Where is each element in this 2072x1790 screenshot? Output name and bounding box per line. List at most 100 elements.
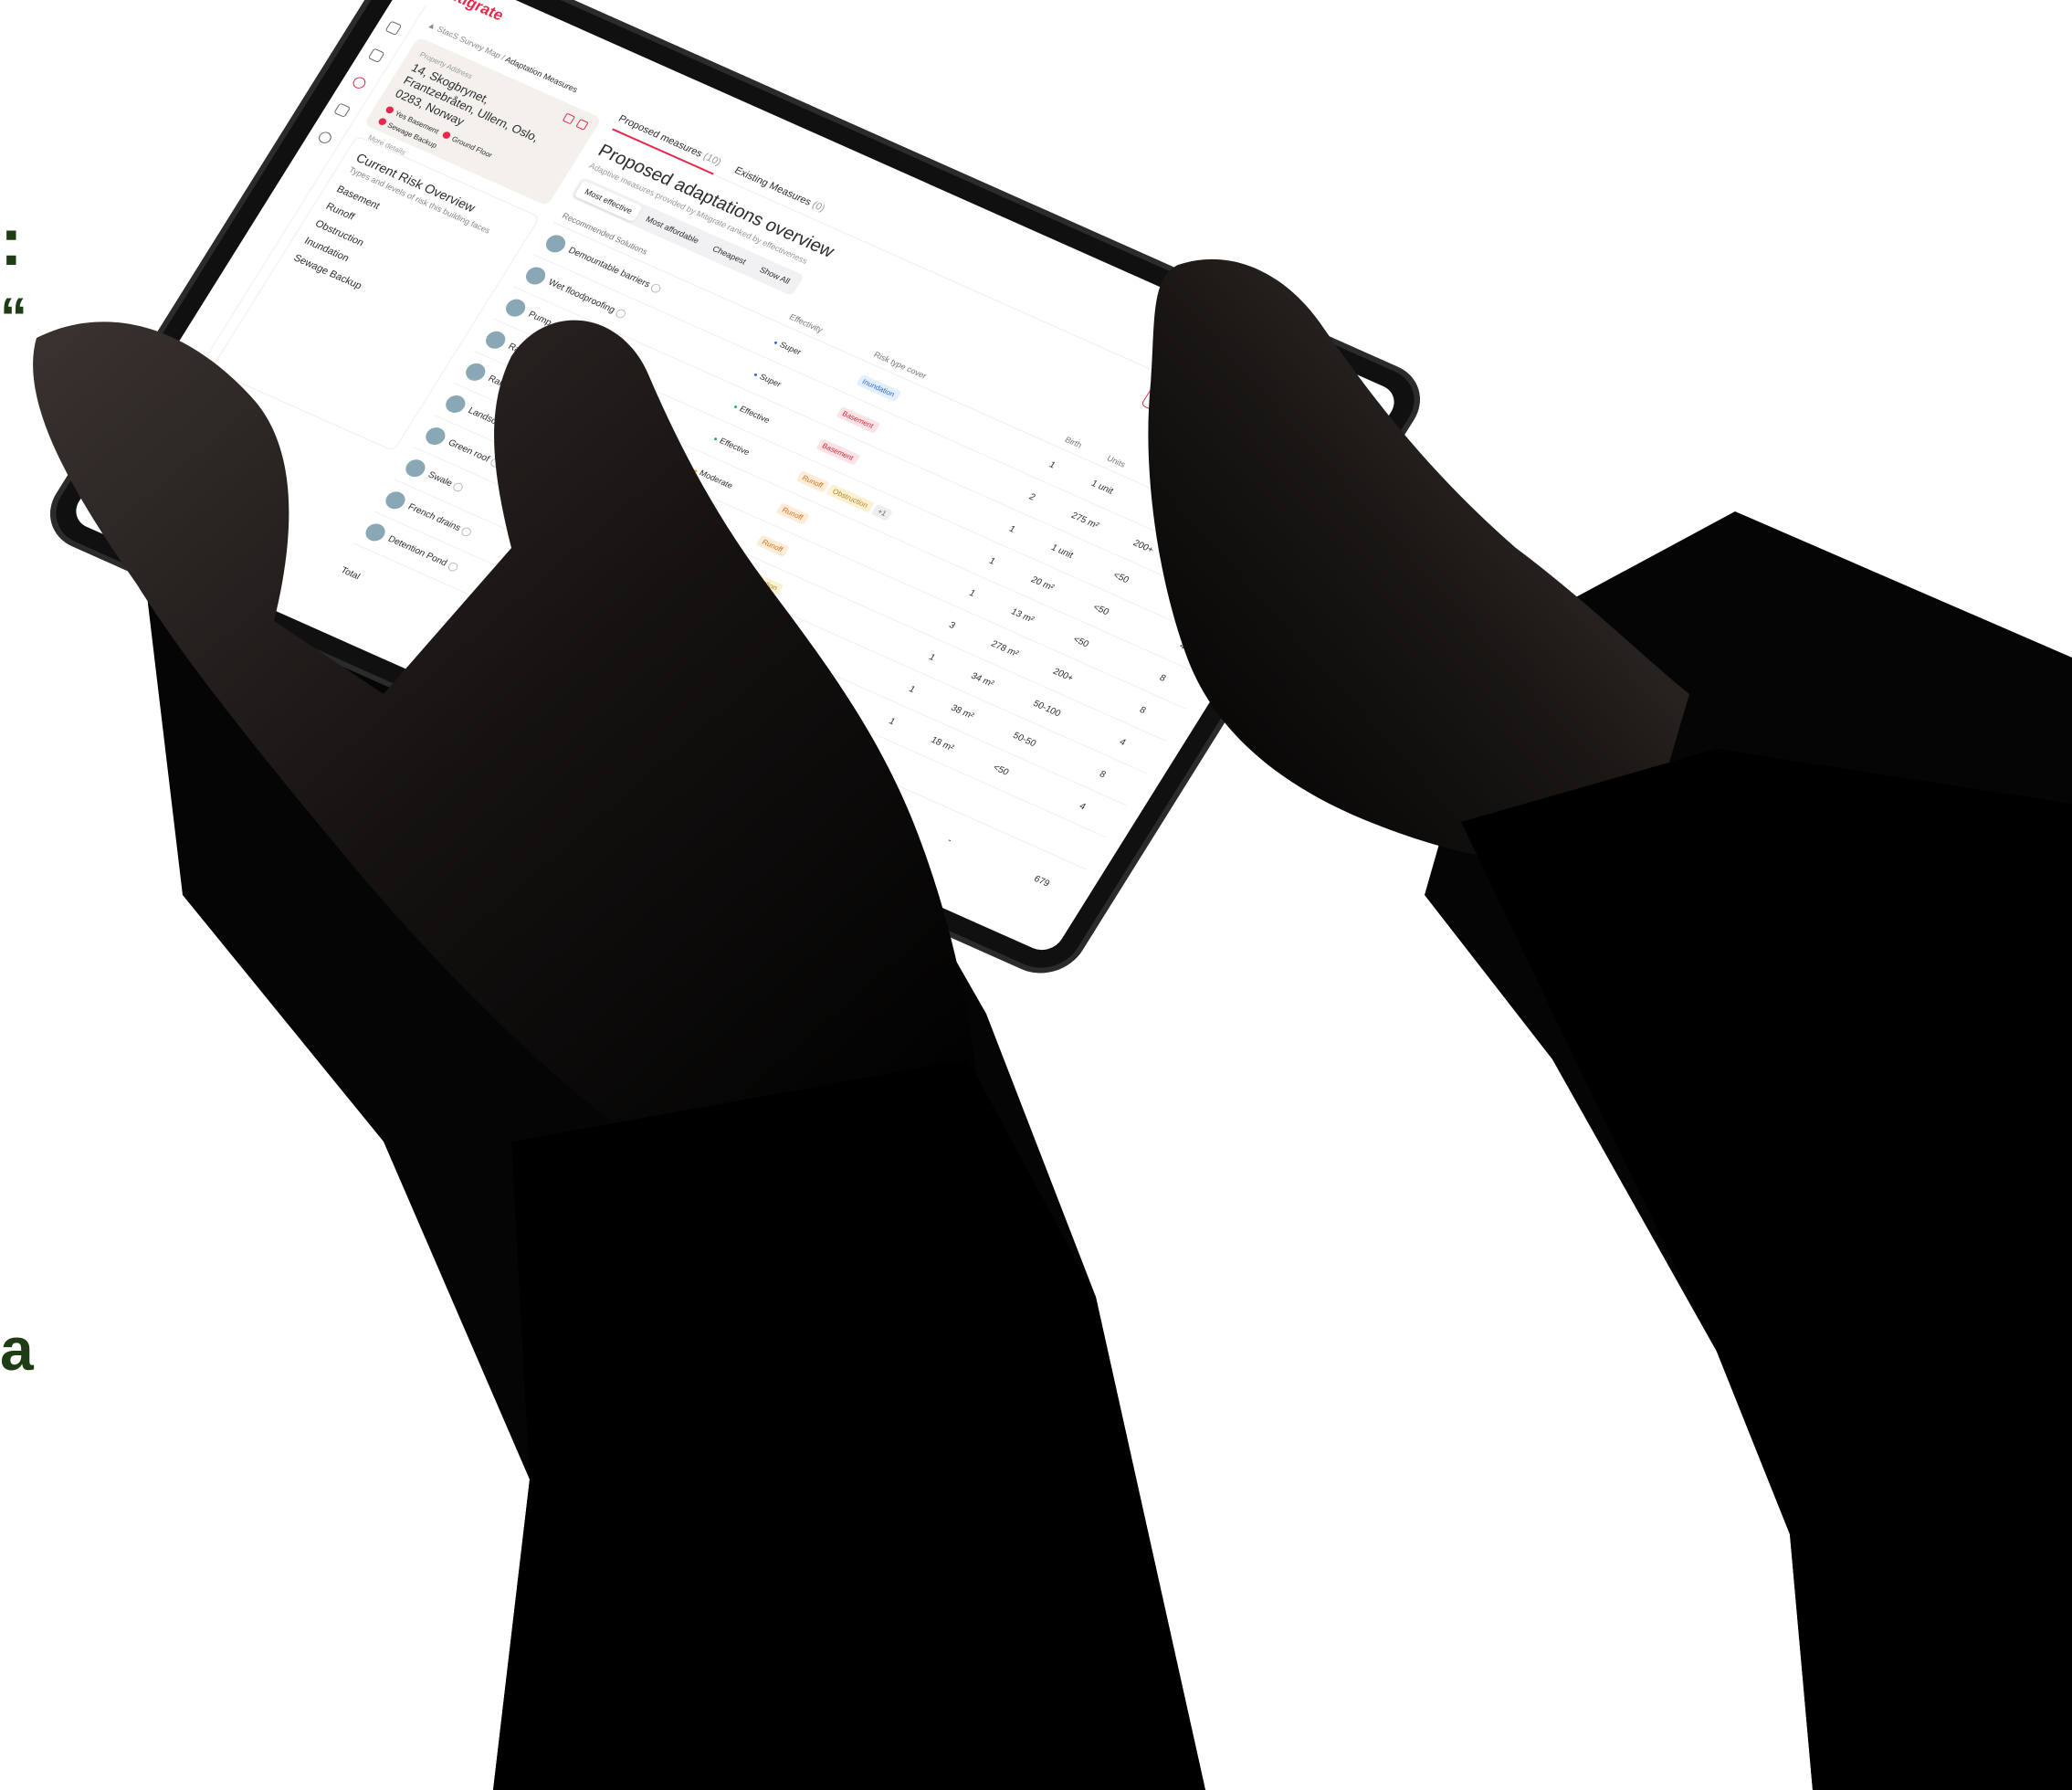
units-value: 13 m² bbox=[1009, 606, 1036, 626]
effectivity-badge: Moderate bbox=[612, 594, 655, 618]
birth-value: 3 bbox=[947, 619, 958, 631]
measure-thumbnail bbox=[402, 457, 429, 480]
info-icon[interactable] bbox=[591, 338, 605, 351]
credits-value: 120 bbox=[1241, 342, 1263, 360]
language-select[interactable]: English ▾ bbox=[1167, 309, 1225, 343]
measure-name: Landscaping bbox=[466, 405, 520, 436]
units-value: 34 m² bbox=[969, 670, 996, 690]
flag-icon bbox=[1168, 309, 1185, 323]
chart-icon[interactable] bbox=[332, 102, 351, 118]
measure-name: Rain gardens bbox=[506, 342, 562, 373]
menu-icon[interactable] bbox=[384, 20, 402, 36]
measure-thumbnail bbox=[462, 360, 489, 384]
count-value: 4 bbox=[1177, 640, 1188, 652]
cost-value: <50 bbox=[1151, 505, 1172, 521]
measure-thumbnail bbox=[542, 232, 569, 256]
3d-view-icon[interactable] bbox=[367, 47, 385, 63]
tab-count: (0) bbox=[809, 199, 827, 215]
effectivity-badge: Moderate bbox=[672, 497, 715, 521]
effectivity-badge: Effective bbox=[732, 401, 772, 424]
credits-counter[interactable]: ◯ 120 bbox=[1228, 337, 1263, 360]
effectivity-badge: Super bbox=[773, 337, 804, 356]
units-value: 18 m² bbox=[929, 734, 956, 753]
birth-value: 1 bbox=[987, 555, 998, 567]
info-icon[interactable] bbox=[516, 428, 530, 440]
measure-thumbnail bbox=[362, 521, 389, 544]
count-value: 8 bbox=[1137, 704, 1148, 716]
cost-value: <50 bbox=[1071, 634, 1091, 649]
risk-pill: Obstruction bbox=[715, 597, 764, 627]
measure-thumbnail bbox=[502, 296, 530, 320]
cost-value: 50-100 bbox=[1031, 698, 1063, 719]
risk-pill: Obstruction bbox=[826, 483, 876, 513]
cost-value: <50 bbox=[1111, 570, 1131, 585]
app-logo-text: Mitigrate bbox=[438, 0, 508, 25]
effectivity-badge: Effective bbox=[652, 530, 691, 553]
effectivity-badge: Moderate bbox=[692, 465, 735, 490]
total-effectivity: Moderate bbox=[566, 667, 609, 691]
regulation-label: Regulation bbox=[1232, 475, 1274, 500]
risk-pill: Basement bbox=[815, 437, 861, 466]
risk-pill: Obstruction bbox=[735, 565, 784, 595]
birth-value: 1 bbox=[1007, 523, 1017, 535]
measure-name: Swale bbox=[426, 469, 455, 490]
birth-value: 1 bbox=[887, 716, 898, 727]
birth-value: 1 bbox=[907, 684, 918, 695]
birth-value: 1 bbox=[1047, 459, 1057, 470]
info-icon[interactable] bbox=[489, 457, 502, 469]
tab-count: (10) bbox=[700, 151, 723, 168]
cost-value: <50 bbox=[1091, 602, 1111, 617]
segment-show-all[interactable]: Show All bbox=[749, 258, 801, 293]
tag-dot-icon bbox=[441, 131, 452, 141]
shield-icon[interactable] bbox=[350, 75, 368, 90]
birth-value: 2 bbox=[1026, 491, 1037, 503]
filter-icon[interactable] bbox=[1287, 498, 1314, 521]
cost-value: <50 bbox=[991, 762, 1011, 778]
count-value: 4 bbox=[1117, 736, 1128, 748]
risk-pill: Basement bbox=[836, 405, 881, 434]
risk-pill: Obstruction bbox=[695, 630, 745, 659]
info-icon[interactable] bbox=[558, 364, 573, 377]
cost-value: 200+ bbox=[1131, 538, 1156, 555]
birth-value: 1 bbox=[967, 587, 978, 599]
share-icon[interactable]: ⇧ bbox=[1305, 458, 1338, 487]
avatar[interactable] bbox=[1263, 348, 1299, 379]
units-value: 275 m² bbox=[1069, 510, 1101, 531]
info-icon[interactable] bbox=[451, 481, 465, 493]
info-icon[interactable] bbox=[568, 410, 583, 423]
info-icon[interactable] bbox=[459, 526, 474, 538]
count-value: 8 bbox=[1098, 768, 1108, 780]
risk-type-label: Risk Type bbox=[1170, 448, 1208, 471]
birth-value: 1 bbox=[927, 651, 938, 663]
risk-pill: Runoff bbox=[775, 501, 810, 525]
units-value: 38 m² bbox=[949, 702, 976, 721]
measure-thumbnail bbox=[442, 392, 469, 416]
tag-dot-icon bbox=[376, 117, 388, 127]
effectivity-badge: Moderate bbox=[632, 562, 675, 586]
measure-thumbnail bbox=[522, 264, 550, 288]
risk-pill: Inundation bbox=[856, 374, 902, 402]
cost-value: 50-50 bbox=[1011, 730, 1038, 749]
units-value: 20 m² bbox=[1029, 574, 1057, 593]
measure-thumbnail bbox=[482, 328, 510, 352]
units-value: 1 unit bbox=[1089, 478, 1116, 497]
risk-pill: Runoff bbox=[755, 533, 790, 557]
effectivity-badge: Super bbox=[752, 369, 784, 388]
info-icon[interactable] bbox=[446, 561, 460, 574]
measure-thumbnail bbox=[382, 489, 409, 512]
history-icon[interactable] bbox=[316, 130, 333, 145]
info-icon[interactable] bbox=[614, 308, 628, 320]
count-value: 8 bbox=[1157, 672, 1168, 684]
effectivity-badge: Effective bbox=[712, 433, 752, 456]
info-icon[interactable] bbox=[649, 282, 663, 295]
risk-pill: Runoff bbox=[795, 469, 830, 493]
extra-risks-pill: +1 bbox=[870, 503, 894, 521]
segment-cheapest[interactable]: Cheapest bbox=[701, 237, 757, 273]
cost-value: 200+ bbox=[1051, 666, 1076, 684]
measure-name: Green roof bbox=[446, 437, 492, 465]
tag-dot-icon bbox=[384, 105, 395, 115]
measure-thumbnail bbox=[422, 424, 449, 448]
language-label: English bbox=[1180, 317, 1217, 341]
count-value: 4 bbox=[1078, 801, 1089, 812]
units-value: 1 unit bbox=[1049, 542, 1076, 561]
